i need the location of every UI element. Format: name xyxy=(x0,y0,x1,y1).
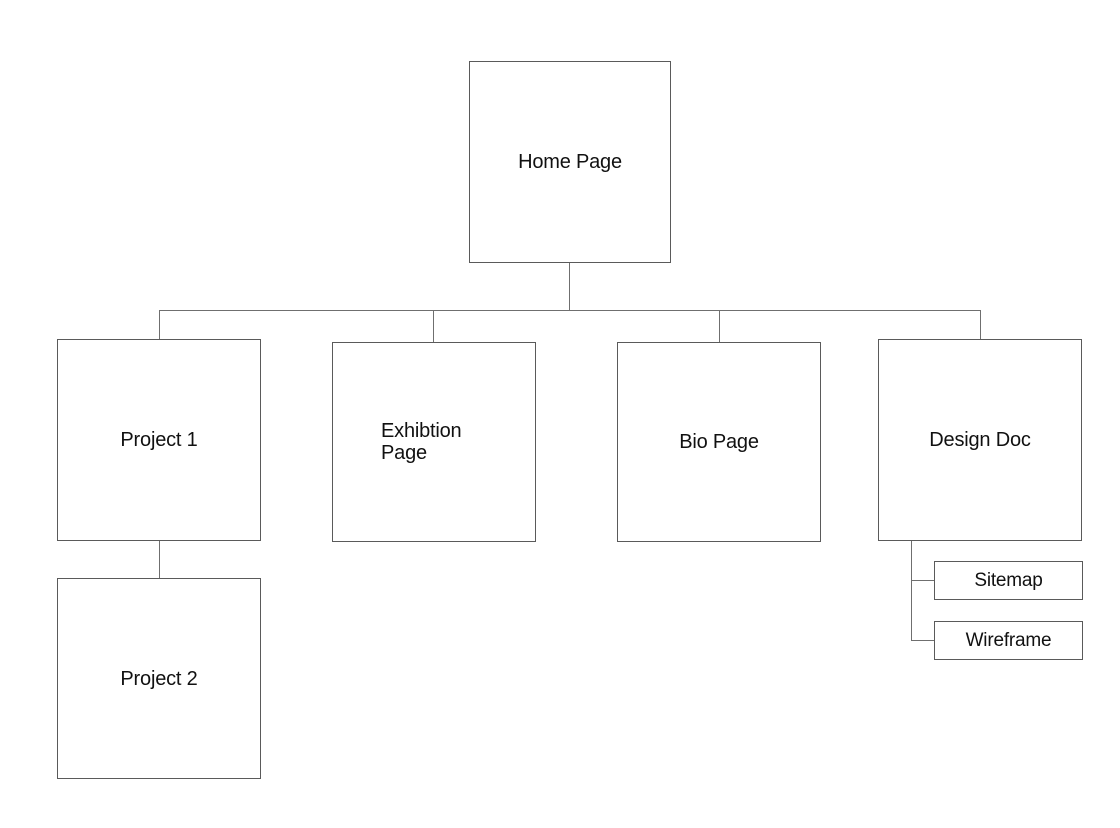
node-exhibition-page: Exhibtion Page xyxy=(332,342,536,542)
connector-project1-to-project2 xyxy=(159,540,160,579)
node-project-1: Project 1 xyxy=(57,339,261,541)
node-design-doc-label: Design Doc xyxy=(929,429,1031,451)
connector-to-sitemap xyxy=(911,580,935,581)
node-design-doc: Design Doc xyxy=(878,339,1082,541)
sitemap-diagram: Home Page Project 1 Exhibtion Page Bio P… xyxy=(0,0,1120,828)
connector-branch-horizontal xyxy=(159,310,981,311)
node-bio-page-label: Bio Page xyxy=(679,431,759,453)
connector-to-bio xyxy=(719,310,720,343)
connector-home-down xyxy=(569,262,570,310)
node-home-page-label: Home Page xyxy=(518,151,622,173)
node-project-2: Project 2 xyxy=(57,578,261,779)
connector-to-design-doc xyxy=(980,310,981,340)
node-bio-page: Bio Page xyxy=(617,342,821,542)
node-exhibition-page-label: Exhibtion Page xyxy=(381,420,462,464)
node-home-page: Home Page xyxy=(469,61,671,263)
connector-design-doc-down xyxy=(911,540,912,641)
node-project-2-label: Project 2 xyxy=(120,667,198,690)
node-wireframe: Wireframe xyxy=(934,621,1083,660)
node-sitemap-label: Sitemap xyxy=(974,569,1043,591)
connector-to-wireframe xyxy=(911,640,935,641)
node-sitemap: Sitemap xyxy=(934,561,1083,600)
node-project-1-label: Project 1 xyxy=(120,429,198,451)
node-wireframe-label: Wireframe xyxy=(965,629,1052,651)
connector-to-exhibition xyxy=(433,310,434,343)
connector-to-project1 xyxy=(159,310,160,340)
